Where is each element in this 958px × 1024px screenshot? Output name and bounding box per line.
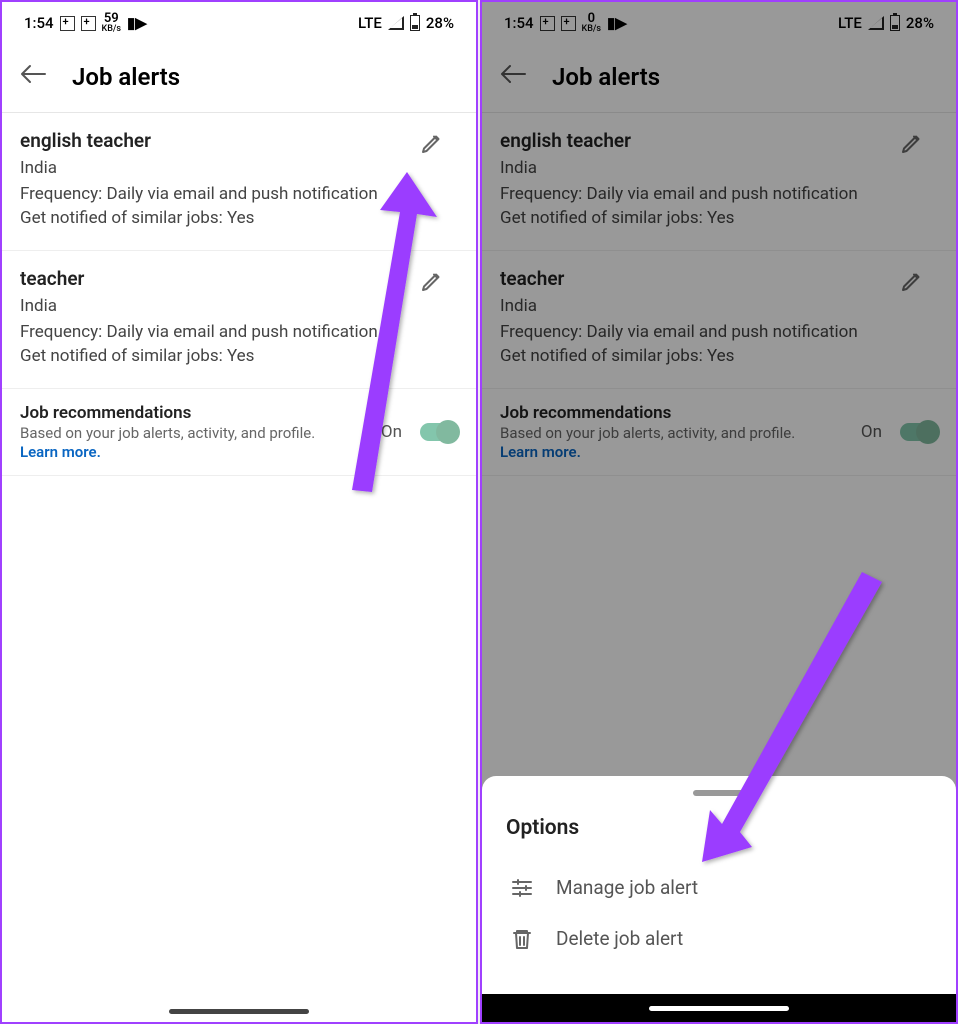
status-kbs: 59 KB/s bbox=[102, 12, 122, 34]
status-time: 1:54 bbox=[504, 14, 534, 32]
alert-location: India bbox=[20, 296, 458, 316]
alert-frequency: Frequency: Daily via email and push noti… bbox=[20, 184, 458, 204]
alert-notified: Get notified of similar jobs: Yes bbox=[500, 208, 938, 228]
trash-icon bbox=[510, 928, 534, 950]
back-arrow-icon[interactable] bbox=[20, 62, 46, 92]
recommendations-section: Job recommendations Based on your job al… bbox=[482, 389, 956, 476]
app-header: Job alerts bbox=[2, 44, 476, 113]
alert-title: teacher bbox=[20, 267, 458, 290]
status-battery: 28% bbox=[906, 14, 934, 32]
alert-notified: Get notified of similar jobs: Yes bbox=[20, 208, 458, 228]
rec-title: Job recommendations bbox=[20, 403, 381, 423]
sheet-handle[interactable] bbox=[693, 790, 745, 796]
page-title: Job alerts bbox=[552, 63, 660, 91]
rec-learn-more-link[interactable]: Learn more. bbox=[20, 443, 101, 461]
dolby-icon: ▮▶ bbox=[127, 14, 147, 32]
alert-location: India bbox=[20, 158, 458, 178]
phone-left: 1:54 59 KB/s ▮▶ LTE 28% Job alerts bbox=[0, 0, 478, 1024]
rec-desc: Based on your job alerts, activity, and … bbox=[500, 424, 795, 442]
edit-icon[interactable] bbox=[420, 269, 444, 297]
alert-item-0[interactable]: english teacher India Frequency: Daily v… bbox=[482, 113, 956, 251]
page-title: Job alerts bbox=[72, 63, 180, 91]
alert-title: english teacher bbox=[500, 129, 938, 152]
status-icon-1 bbox=[540, 16, 555, 31]
alert-location: India bbox=[500, 296, 938, 316]
status-icon-1 bbox=[60, 16, 75, 31]
signal-icon bbox=[388, 16, 404, 30]
alert-title: english teacher bbox=[20, 129, 458, 152]
edit-icon[interactable] bbox=[900, 131, 924, 159]
manage-job-alert-item[interactable]: Manage job alert bbox=[506, 862, 932, 913]
status-network: LTE bbox=[358, 14, 382, 32]
rec-toggle[interactable] bbox=[900, 423, 938, 441]
status-battery: 28% bbox=[426, 14, 454, 32]
status-bar: 1:54 0 KB/s ▮▶ LTE 28% bbox=[482, 2, 956, 44]
status-time: 1:54 bbox=[24, 14, 54, 32]
dolby-icon: ▮▶ bbox=[607, 14, 627, 32]
status-kbs: 0 KB/s bbox=[582, 12, 602, 34]
rec-learn-more-link[interactable]: Learn more. bbox=[500, 443, 581, 461]
alert-item-1[interactable]: teacher India Frequency: Daily via email… bbox=[2, 251, 476, 389]
rec-desc: Based on your job alerts, activity, and … bbox=[20, 424, 315, 442]
alert-item-0[interactable]: english teacher India Frequency: Daily v… bbox=[2, 113, 476, 251]
app-header: Job alerts bbox=[482, 44, 956, 113]
status-icon-2 bbox=[81, 16, 96, 31]
delete-label: Delete job alert bbox=[556, 927, 683, 950]
rec-status: On bbox=[861, 422, 882, 442]
sliders-icon bbox=[510, 877, 534, 899]
nav-handle[interactable] bbox=[169, 1009, 309, 1014]
alert-frequency: Frequency: Daily via email and push noti… bbox=[500, 184, 938, 204]
alert-notified: Get notified of similar jobs: Yes bbox=[500, 346, 938, 366]
status-left: 1:54 0 KB/s ▮▶ bbox=[504, 12, 627, 34]
battery-icon bbox=[410, 15, 420, 31]
status-right: LTE 28% bbox=[838, 14, 934, 32]
status-right: LTE 28% bbox=[358, 14, 454, 32]
status-network: LTE bbox=[838, 14, 862, 32]
alert-notified: Get notified of similar jobs: Yes bbox=[20, 346, 458, 366]
rec-title: Job recommendations bbox=[500, 403, 861, 423]
alert-frequency: Frequency: Daily via email and push noti… bbox=[500, 322, 938, 342]
recommendations-section: Job recommendations Based on your job al… bbox=[2, 389, 476, 476]
bottom-sheet: Options Manage job alert Delete job aler… bbox=[482, 776, 956, 994]
alert-item-1[interactable]: teacher India Frequency: Daily via email… bbox=[482, 251, 956, 389]
android-nav-bar bbox=[482, 994, 956, 1022]
back-arrow-icon[interactable] bbox=[500, 62, 526, 92]
status-bar: 1:54 59 KB/s ▮▶ LTE 28% bbox=[2, 2, 476, 44]
status-left: 1:54 59 KB/s ▮▶ bbox=[24, 12, 147, 34]
alert-location: India bbox=[500, 158, 938, 178]
alert-frequency: Frequency: Daily via email and push noti… bbox=[20, 322, 458, 342]
rec-status: On bbox=[381, 422, 402, 442]
rec-toggle[interactable] bbox=[420, 423, 458, 441]
signal-icon bbox=[868, 16, 884, 30]
battery-icon bbox=[890, 15, 900, 31]
edit-icon[interactable] bbox=[420, 131, 444, 159]
edit-icon[interactable] bbox=[900, 269, 924, 297]
phone-right: 1:54 0 KB/s ▮▶ LTE 28% Job alerts bbox=[480, 0, 958, 1024]
manage-label: Manage job alert bbox=[556, 876, 698, 899]
status-icon-2 bbox=[561, 16, 576, 31]
nav-handle[interactable] bbox=[649, 1006, 789, 1011]
delete-job-alert-item[interactable]: Delete job alert bbox=[506, 913, 932, 964]
sheet-title: Options bbox=[506, 816, 932, 840]
alert-title: teacher bbox=[500, 267, 938, 290]
